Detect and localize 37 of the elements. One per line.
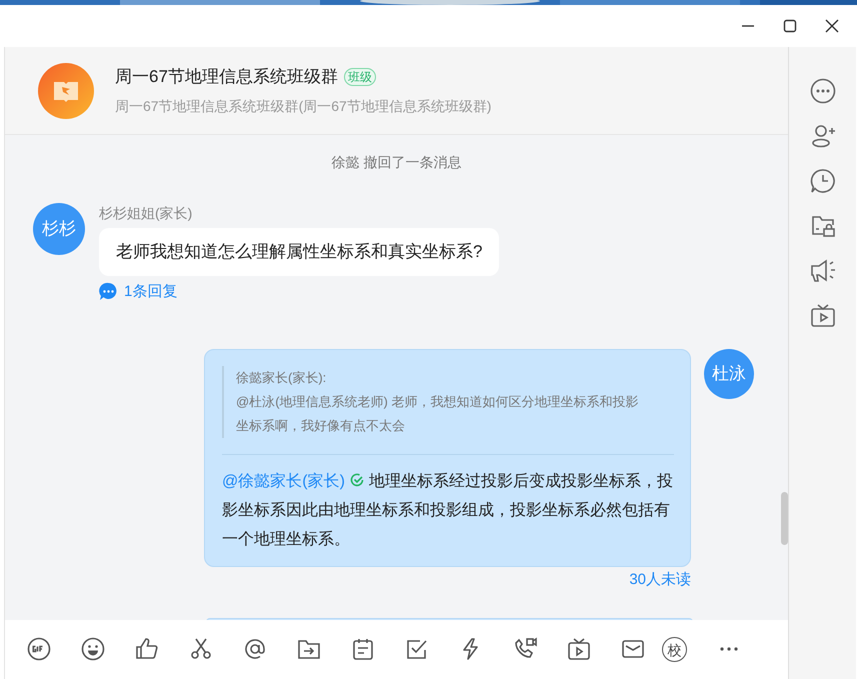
thumbs-up-icon[interactable] — [135, 637, 159, 661]
more-icon[interactable] — [810, 78, 836, 104]
mention-link[interactable]: @徐懿家长(家长) — [222, 473, 345, 490]
group-title: 周一67节地理信息系统班级群 — [115, 66, 338, 88]
scrollbar-thumb[interactable] — [781, 492, 788, 545]
tv-icon[interactable] — [810, 303, 836, 329]
phone-video-icon[interactable] — [513, 637, 537, 661]
checkbox-icon[interactable] — [405, 637, 429, 661]
unread-count[interactable]: 30人未读 — [629, 569, 691, 592]
replies-link[interactable]: 1条回复 — [124, 280, 178, 303]
group-avatar — [38, 62, 94, 118]
clock-icon[interactable] — [810, 168, 836, 194]
close-icon[interactable] — [825, 19, 839, 33]
locked-folder-icon[interactable] — [810, 213, 836, 239]
scissors-icon[interactable] — [189, 637, 213, 661]
folder-arrow-icon[interactable] — [297, 637, 321, 661]
class-tag: 班级 — [344, 68, 376, 86]
smiley-icon[interactable] — [81, 637, 105, 661]
maximize-icon[interactable] — [783, 19, 797, 33]
message-text: @徐懿家长(家长) 地理坐标系经过投影后变成投影坐标系，投影坐标系因此由地理坐标系和投影组成，投影坐标系必然包括有一个地理坐标系。 — [222, 472, 674, 550]
comment-icon — [99, 282, 118, 302]
add-user-icon[interactable] — [810, 123, 836, 149]
sender-name: 杉杉姐姐(家长) — [99, 205, 192, 222]
gif-icon[interactable] — [27, 637, 51, 661]
group-subtitle: 周一67节地理信息系统班级群(周一67节地理信息系统班级群) — [115, 96, 492, 116]
quoted-message: @杜泳(地理信息系统老师) 老师，我想知道如何区分地理坐标系和投影坐标系啊，我好像有点不太会 — [236, 393, 640, 435]
user-avatar: 杜泳 — [704, 349, 754, 399]
mail-icon[interactable] — [621, 637, 645, 661]
quoted-author: 徐懿家长(家长): — [236, 369, 328, 387]
at-sign-icon[interactable] — [243, 637, 267, 661]
school-button[interactable]: 校 — [662, 637, 687, 662]
notepad-icon[interactable] — [351, 637, 375, 661]
megaphone-icon[interactable] — [810, 258, 836, 284]
recall-notice: 徐懿 撤回了一条消息 — [332, 153, 462, 172]
message-bubble: 老师我想知道怎么理解属性坐标系和真实坐标系? — [99, 228, 500, 276]
user-avatar: 杉杉 — [33, 203, 85, 255]
tv-icon[interactable] — [567, 637, 591, 661]
